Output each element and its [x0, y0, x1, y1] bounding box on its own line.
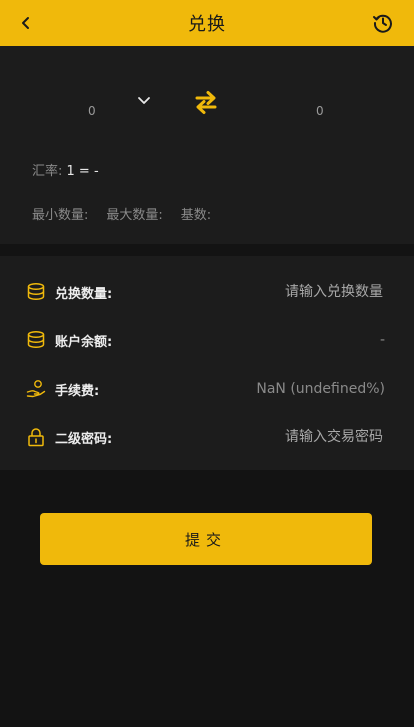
- exchange-rate-row: 汇率: 1 = -: [32, 160, 99, 179]
- lock-icon: [26, 427, 46, 447]
- exchange-form: 兑换数量: 账户余额: - 手续费: NaN (undefined%): [0, 256, 414, 470]
- rate-value: 1 = -: [66, 164, 99, 179]
- base-label: 基数:: [180, 208, 212, 223]
- balance-label: 账户余额:: [55, 334, 113, 350]
- amount-row: 兑换数量:: [0, 268, 414, 316]
- exchange-panel: 0 0 汇率: 1 = - 最小数量: 最大数量: 基数:: [0, 46, 414, 244]
- min-amount-label: 最小数量:: [32, 208, 89, 223]
- submit-button[interactable]: 提交: [40, 513, 372, 565]
- page-title: 兑换: [188, 14, 226, 35]
- password-label: 二级密码:: [55, 431, 113, 447]
- password-input[interactable]: [181, 428, 385, 446]
- swap-button[interactable]: [192, 88, 220, 116]
- from-amount: 0: [88, 104, 96, 118]
- rate-label: 汇率:: [32, 164, 63, 179]
- swap-arrows-icon: [195, 91, 217, 114]
- back-button[interactable]: [14, 11, 38, 35]
- fee-row: 手续费: NaN (undefined%): [0, 365, 414, 413]
- chevron-down-icon: [138, 97, 150, 104]
- max-amount-label: 最大数量:: [106, 208, 163, 223]
- balance-row: 账户余额: -: [0, 316, 414, 364]
- fee-value: NaN (undefined%): [256, 381, 385, 397]
- amount-label: 兑换数量:: [55, 286, 113, 302]
- coins-stack-icon: [26, 282, 46, 302]
- limits-row: 最小数量: 最大数量: 基数:: [32, 204, 211, 223]
- history-button[interactable]: [370, 10, 396, 36]
- chevron-left-icon: [22, 17, 29, 29]
- balance-value: -: [379, 332, 385, 348]
- coins-stack-icon: [26, 330, 46, 350]
- header-bar: 兑换: [0, 0, 414, 46]
- history-clock-icon: [373, 14, 392, 33]
- hand-coin-icon: [26, 379, 46, 399]
- password-row: 二级密码:: [0, 413, 414, 461]
- currency-dropdown[interactable]: [136, 94, 152, 108]
- to-amount: 0: [316, 104, 324, 118]
- fee-label: 手续费:: [55, 383, 100, 399]
- amount-input[interactable]: [181, 283, 385, 301]
